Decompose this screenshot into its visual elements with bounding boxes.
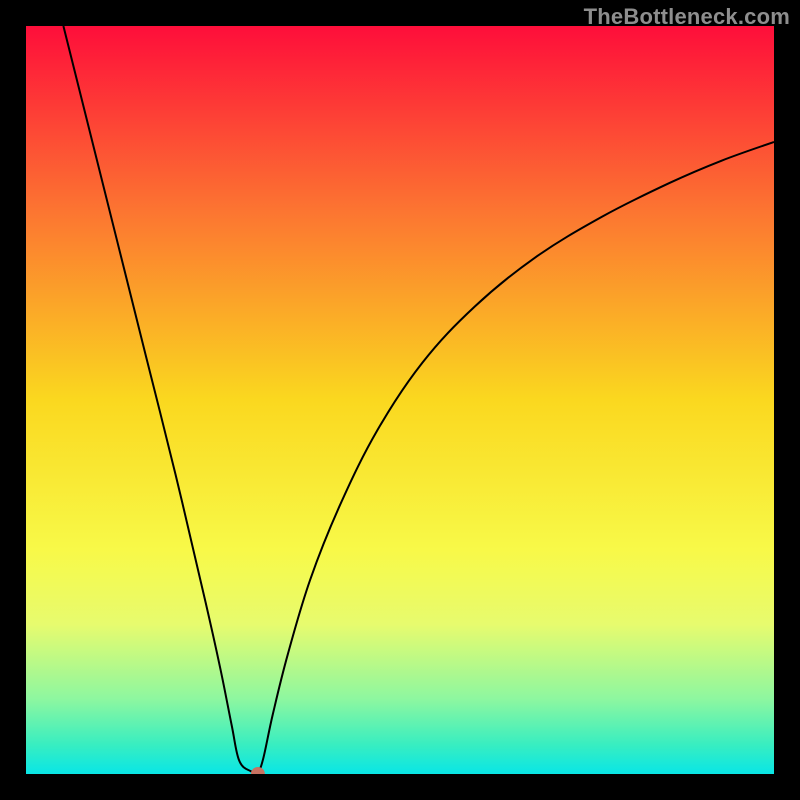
- plot-area: [26, 26, 774, 774]
- chart-frame: TheBottleneck.com: [0, 0, 800, 800]
- chart-svg: [26, 26, 774, 774]
- watermark-text: TheBottleneck.com: [584, 4, 790, 30]
- gradient-background: [26, 26, 774, 774]
